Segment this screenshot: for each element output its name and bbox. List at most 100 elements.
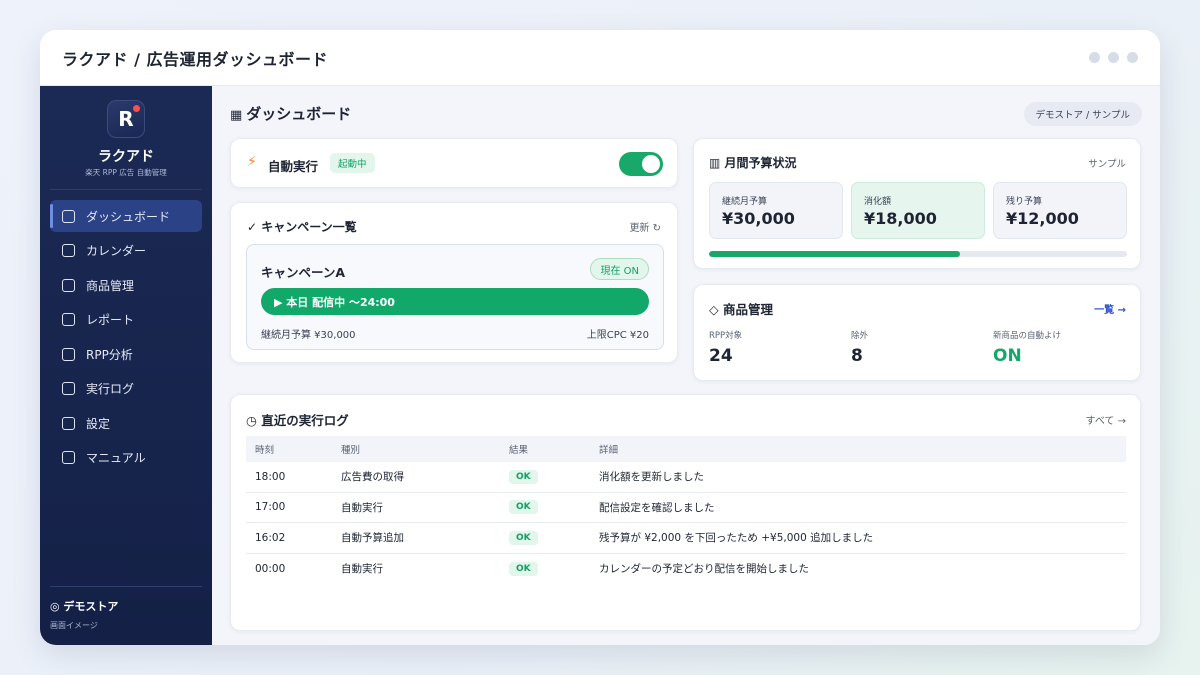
sidebar-item-report[interactable]: レポート (50, 304, 202, 336)
product-stat-label: 新商品の自動よけ (993, 331, 1062, 341)
ok-badge: OK (509, 530, 538, 545)
log-table: 時刻 種別 結果 詳細 18:00 広告費の取得 OK 消化額を更新しました 1… (246, 436, 1126, 584)
sample-label: サンプル (1088, 159, 1126, 170)
ok-badge: OK (509, 500, 538, 515)
page-title: ▦ ダッシュボード (230, 103, 351, 124)
table-row: 16:02 自動予算追加 OK 残予算が ¥2,000 を下回ったため +¥5,… (246, 523, 1126, 554)
sidebar-item-settings[interactable]: 設定 (50, 407, 202, 439)
store-pill[interactable]: デモストア / サンプル (1023, 102, 1142, 126)
window-controls (1089, 52, 1138, 63)
main-content: ▦ ダッシュボード デモストア / サンプル ⚡ 自動実行 起動中 ✓ キャンペー… (212, 86, 1160, 645)
product-stat-auto-avoid: 新商品の自動よけ ON (993, 329, 1061, 366)
view-all-link[interactable]: すべて → (1086, 412, 1126, 427)
product-stat-label: RPP対象 (709, 331, 743, 341)
refresh-button[interactable]: 更新 ↻ (629, 219, 661, 234)
check-icon: ✓ (247, 220, 262, 234)
checkbox-icon (62, 278, 75, 292)
checkbox-icon (62, 416, 75, 430)
sidebar-item-label: 商品管理 (86, 278, 135, 293)
campaign-list-title-text: キャンペーン一覧 (261, 220, 357, 234)
sidebar-item-label: マニュアル (86, 451, 146, 465)
products-title: ◇ 商品管理 (709, 302, 773, 317)
sidebar-item-label: RPP分析 (86, 347, 133, 362)
page-title-text: ダッシュボード (246, 105, 352, 123)
product-stat-excluded: 除外 8 (851, 329, 868, 366)
window-dot-3[interactable] (1127, 52, 1138, 63)
cell-result: OK (500, 500, 590, 515)
table-row: 00:00 自動実行 OK カレンダーの予定どおり配信を開始しました (246, 554, 1126, 585)
window-dot-2[interactable] (1108, 52, 1119, 63)
cell-time: 18:00 (255, 470, 286, 483)
stat-label: 消化額 (864, 197, 892, 207)
checkbox-icon (62, 451, 75, 464)
sidebar-nav: ダッシュボード カレンダー 商品管理 レポート RPP分析 実行ログ 設定 マニ… (50, 200, 202, 476)
cell-time: 17:00 (255, 501, 286, 514)
checkbox-icon (62, 347, 75, 361)
cell-time: 00:00 (255, 562, 286, 575)
window-dot-1[interactable] (1089, 52, 1100, 63)
campaign-list-title: ✓ キャンペーン一覧 (247, 218, 357, 235)
sidebar-item-dashboard[interactable]: ダッシュボード (50, 200, 202, 232)
app-window: ラクアド / 広告運用ダッシュボード R ラクアド 楽天 RPP 広告 自動管理… (40, 30, 1160, 645)
product-management-card: ◇ 商品管理 一覧 → RPP対象 24 除外 8 新商品の自動よけ ON (693, 284, 1141, 381)
store-name[interactable]: ◎ デモストア (50, 598, 118, 614)
sidebar-divider (50, 586, 202, 587)
table-header: 時刻 種別 結果 詳細 (246, 436, 1126, 462)
lightning-icon: ⚡ (247, 154, 257, 170)
product-stat-rpp: RPP対象 24 (709, 329, 742, 366)
checkbox-icon (62, 244, 75, 257)
ok-badge: OK (509, 469, 538, 484)
sidebar-item-calendar[interactable]: カレンダー (50, 235, 202, 267)
stat-label: 継続月予算 (722, 197, 768, 207)
sidebar-divider (50, 189, 202, 190)
checkbox-icon (62, 313, 75, 326)
campaign-live-bar: ▶ 本日 配信中 〜24:00 (261, 288, 649, 315)
checkbox-icon (62, 209, 75, 223)
campaign-name: キャンペーンA (261, 265, 346, 280)
cell-detail: 配信設定を確認しました (599, 501, 715, 514)
column-header: 結果 (509, 445, 529, 456)
stat-value: ¥18,000 (864, 209, 937, 228)
product-stat-label: 除外 (851, 331, 869, 341)
sidebar-item-manual[interactable]: マニュアル (50, 442, 202, 474)
campaign-list-card: ✓ キャンペーン一覧 更新 ↻ キャンペーンA 現在 ON ▶ 本日 配信中 〜… (230, 202, 678, 363)
exec-log-card: ◷ 直近の実行ログ すべて → 時刻 種別 結果 詳細 18:00 広告費の取得… (230, 394, 1141, 631)
campaign-item[interactable]: キャンペーンA 現在 ON ▶ 本日 配信中 〜24:00 継続月予算 ¥30,… (246, 244, 664, 350)
sidebar-item-label: 設定 (86, 416, 111, 431)
cell-type: 自動実行 (341, 563, 383, 576)
chart-icon: ▥ (709, 156, 725, 170)
product-stat-value: 8 (851, 346, 863, 366)
cell-detail: カレンダーの予定どおり配信を開始しました (599, 563, 809, 576)
table-row: 17:00 自動実行 OK 配信設定を確認しました (246, 493, 1126, 523)
auto-exec-toggle[interactable] (619, 152, 663, 176)
brand-subtitle: 楽天 RPP 広告 自動管理 (85, 168, 167, 177)
cell-detail: 消化額を更新しました (599, 471, 704, 484)
column-header: 種別 (341, 445, 361, 456)
ok-badge: OK (509, 561, 538, 576)
cell-type: 自動予算追加 (341, 532, 404, 545)
cell-time: 16:02 (255, 531, 286, 544)
cell-type: 広告費の取得 (341, 471, 404, 484)
window-title: ラクアド / 広告運用ダッシュボード (62, 49, 328, 69)
budget-title-text: 月間予算状況 (724, 156, 797, 170)
campaign-cpc: 上限CPC ¥20 (586, 330, 649, 341)
cell-type: 自動実行 (341, 501, 383, 514)
product-stat-value: 24 (709, 346, 733, 366)
budget-progress-fill (709, 251, 960, 257)
sidebar-item-label: ダッシュボード (86, 209, 171, 224)
product-stat-value: ON (993, 346, 1022, 366)
app-logo[interactable]: R (107, 100, 145, 138)
grid-icon: ▦ (230, 108, 243, 123)
sidebar-item-products[interactable]: 商品管理 (50, 269, 202, 301)
stat-spent: 消化額 ¥18,000 (851, 182, 985, 239)
sidebar-item-exec-log[interactable]: 実行ログ (50, 373, 202, 405)
campaign-budget: 継続月予算 ¥30,000 (261, 330, 356, 341)
stat-value: ¥30,000 (722, 209, 795, 228)
sidebar-item-rpp-analysis[interactable]: RPP分析 (50, 338, 202, 370)
logo-dot-icon (133, 105, 140, 112)
product-list-link[interactable]: 一覧 → (1094, 301, 1126, 316)
clock-icon: ◷ (246, 413, 262, 428)
sidebar-item-label: レポート (86, 313, 135, 327)
stat-remaining: 残り予算 ¥12,000 (993, 182, 1127, 239)
stat-label: 残り予算 (1006, 197, 1043, 207)
